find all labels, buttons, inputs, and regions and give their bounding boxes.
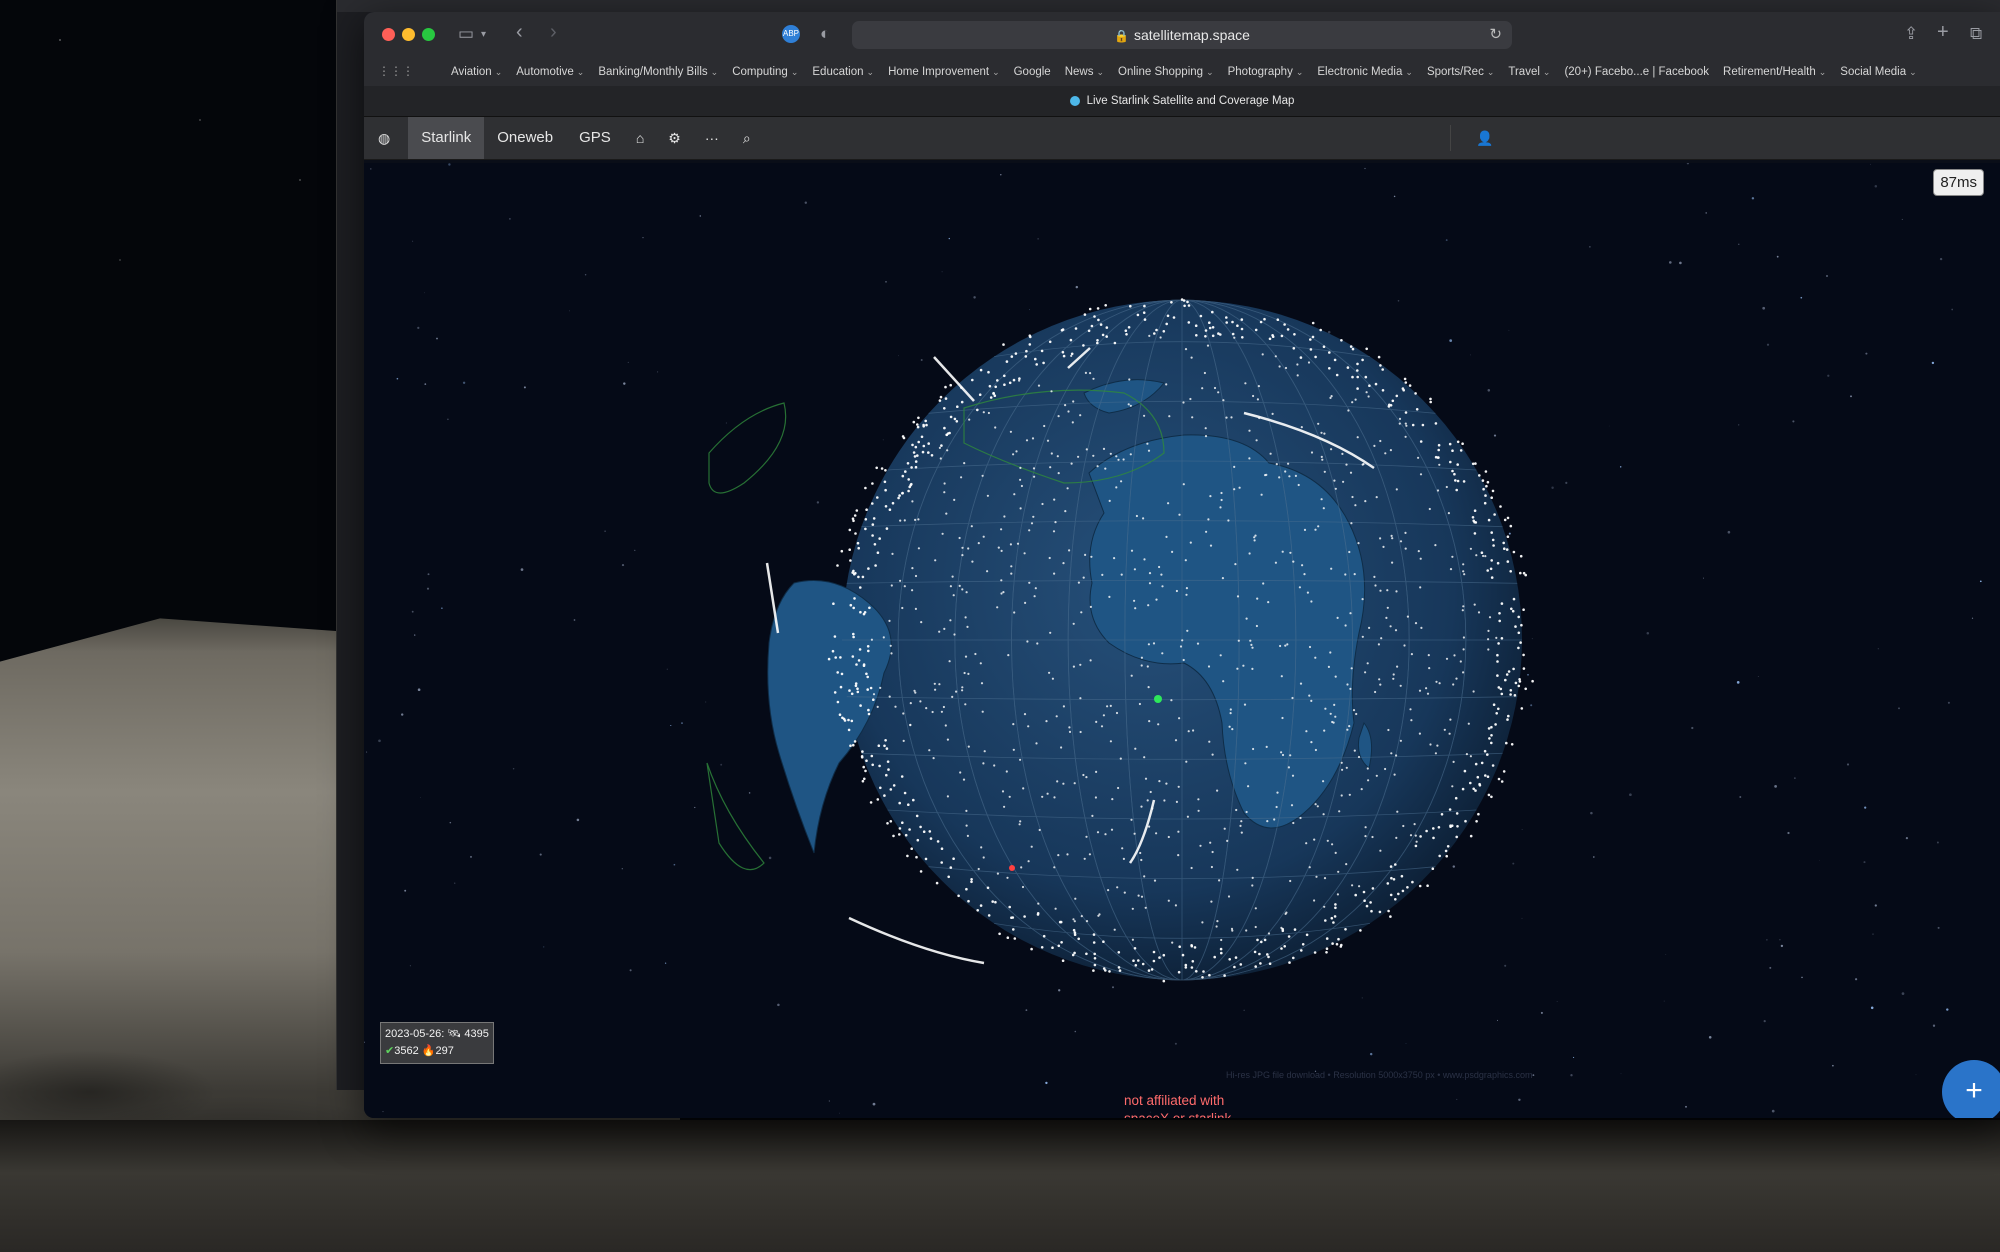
globe-canvas[interactable] [364, 163, 2000, 1118]
nav-divider [1450, 125, 1451, 151]
zoom-window-button[interactable] [422, 28, 435, 41]
stats-decaying: 297 [435, 1045, 454, 1057]
bookmark-item[interactable]: Electronic Media ⌄ [1317, 66, 1413, 78]
bookmark-item[interactable]: Social Media ⌄ [1840, 66, 1916, 78]
chevron-down-icon: ⌄ [1405, 67, 1413, 77]
close-window-button[interactable] [382, 28, 395, 41]
apps-grid-icon[interactable]: ⋮⋮⋮ [378, 64, 414, 78]
disclaimer-line-1: not affiliated with [1124, 1093, 1225, 1108]
chevron-down-icon: ⌄ [710, 67, 719, 77]
bookmark-item[interactable]: Google [1014, 66, 1051, 78]
satellite-map[interactable]: 87ms 2023-05-26: 🛰 4395 ✔3562 🔥297 Hi-re… [364, 163, 2000, 1118]
satellite-icon: 🛰 [447, 1028, 462, 1040]
active-check-icon: ✔ [385, 1045, 395, 1057]
globe-icon[interactable]: ◍ [364, 117, 404, 159]
bookmark-label: Automotive [516, 66, 574, 78]
bookmark-item[interactable]: Education ⌄ [812, 66, 874, 78]
user-location-marker[interactable] [1154, 695, 1162, 703]
bookmark-item[interactable]: Travel ⌄ [1508, 66, 1550, 78]
nav-gps[interactable]: GPS [566, 117, 624, 159]
image-credit: Hi-res JPG file download • Resolution 50… [1226, 1070, 1533, 1080]
chevron-down-icon: ⌄ [1909, 67, 1917, 77]
desktop-rock-floor [0, 1120, 2000, 1252]
disclaimer-text: not affiliated with spaceX or starlink [1124, 1092, 1231, 1118]
chevron-down-icon: ⌄ [1486, 67, 1495, 77]
user-icon[interactable]: 👤 [1468, 117, 1501, 159]
chevron-down-icon: ⌄ [1542, 67, 1551, 77]
bookmarks-bar: Aviation ⌄ Automotive ⌄ Banking/Monthly Bill… [364, 58, 2000, 86]
bookmark-item[interactable]: Home Improvement ⌄ [888, 66, 1000, 78]
chevron-down-icon: ⌄ [790, 67, 799, 77]
nav-oneweb[interactable]: Oneweb [484, 117, 566, 159]
fire-icon: 🔥 [421, 1045, 436, 1057]
bookmark-label: Online Shopping [1118, 66, 1204, 78]
bookmark-label: Home Improvement [888, 66, 990, 78]
bookmark-label: Education [812, 66, 864, 78]
chevron-down-icon: ⌄ [866, 67, 875, 77]
bookmark-item[interactable]: Photography ⌄ [1228, 66, 1304, 78]
tab-title: Live Starlink Satellite and Coverage Map [1086, 95, 1295, 107]
browser-window[interactable]: ▭ ▾ ‹ › ABP ◐ 🔒 satellitemap.space ↻ ⇪ + … [364, 12, 2000, 1118]
active-tab[interactable]: Live Starlink Satellite and Coverage Map [364, 86, 2000, 117]
bookmark-label: (20+) Facebo...e | Facebook [1564, 66, 1710, 78]
lock-icon: 🔒 [1114, 29, 1129, 43]
chevron-down-icon: ⌄ [1206, 67, 1214, 77]
chevron-down-icon: ⌄ [992, 67, 1000, 77]
bookmark-label: Banking/Monthly Bills [598, 66, 708, 78]
forward-icon[interactable]: › [550, 21, 557, 44]
home-icon[interactable]: ⌂ [624, 117, 656, 159]
bookmark-label: Social Media [1840, 66, 1907, 78]
chevron-down-icon: ⌄ [576, 67, 585, 77]
sidebar-icon[interactable]: ▭ [458, 24, 474, 44]
address-bar[interactable]: 🔒 satellitemap.space ↻ [852, 21, 1512, 49]
bookmark-label: Computing [732, 66, 788, 78]
stats-total: 4395 [464, 1028, 489, 1040]
bookmark-item[interactable]: Online Shopping ⌄ [1118, 66, 1214, 78]
reload-icon[interactable]: ↻ [1489, 21, 1502, 49]
latency-badge: 87ms [1933, 169, 1984, 196]
add-button[interactable]: + [1942, 1060, 2000, 1118]
bookmark-label: Travel [1508, 66, 1540, 78]
bookmark-item[interactable]: Retirement/Health ⌄ [1723, 66, 1826, 78]
adblock-icon[interactable]: ABP [782, 25, 800, 43]
titlebar: ▭ ▾ ‹ › ABP ◐ 🔒 satellitemap.space ↻ ⇪ + … [364, 12, 2000, 58]
site-navbar: ◍ Starlink Oneweb GPS ⌂ ⚙ ··· ⌕ 👤 [364, 117, 2000, 160]
chevron-down-icon: ⌄ [1818, 67, 1827, 77]
bookmark-label: Google [1013, 66, 1051, 78]
url-text: satellitemap.space [1134, 27, 1250, 43]
cogs-icon[interactable]: ⚙ [656, 117, 693, 159]
share-icon[interactable]: ⇪ [1904, 24, 1918, 44]
bookmark-label: Aviation [451, 66, 492, 78]
ground-station-marker[interactable] [1009, 865, 1015, 871]
bookmark-item[interactable]: News ⌄ [1065, 66, 1104, 78]
nav-starlink[interactable]: Starlink [408, 117, 485, 159]
chevron-down-icon[interactable]: ▾ [481, 29, 486, 40]
bookmark-item[interactable]: Aviation ⌄ [451, 66, 502, 78]
tab-overview-icon[interactable]: ⧉ [1970, 24, 1982, 44]
chevron-down-icon: ⌄ [494, 67, 503, 77]
satellite-stats-panel: 2023-05-26: 🛰 4395 ✔3562 🔥297 [380, 1022, 494, 1064]
more-icon[interactable]: ··· [693, 117, 731, 159]
new-tab-icon[interactable]: + [1937, 21, 1949, 44]
stats-active: 3562 [394, 1045, 419, 1057]
stats-date: 2023-05-26: [385, 1028, 445, 1040]
bookmark-label: Electronic Media [1317, 66, 1403, 78]
bookmark-item[interactable]: Computing ⌄ [732, 66, 798, 78]
bookmark-item[interactable]: Banking/Monthly Bills ⌄ [598, 66, 718, 78]
bookmark-item[interactable]: Sports/Rec ⌄ [1427, 66, 1494, 78]
bookmark-label: Photography [1227, 66, 1293, 78]
search-icon[interactable]: ⌕ [731, 117, 763, 159]
chevron-down-icon: ⌄ [1096, 67, 1105, 77]
bookmark-label: Sports/Rec [1426, 66, 1484, 78]
chevron-down-icon: ⌄ [1295, 67, 1304, 77]
minimize-window-button[interactable] [402, 28, 415, 41]
bookmark-item[interactable]: (20+) Facebo...e | Facebook [1564, 66, 1709, 78]
bookmark-label: Retirement/Health [1723, 66, 1816, 78]
bookmark-label: News [1064, 66, 1094, 78]
disclaimer-line-2: spaceX or starlink [1124, 1110, 1231, 1118]
shield-icon[interactable]: ◐ [820, 24, 830, 44]
back-icon[interactable]: ‹ [516, 21, 523, 44]
bookmark-item[interactable]: Automotive ⌄ [516, 66, 584, 78]
favicon-icon [1069, 96, 1080, 106]
